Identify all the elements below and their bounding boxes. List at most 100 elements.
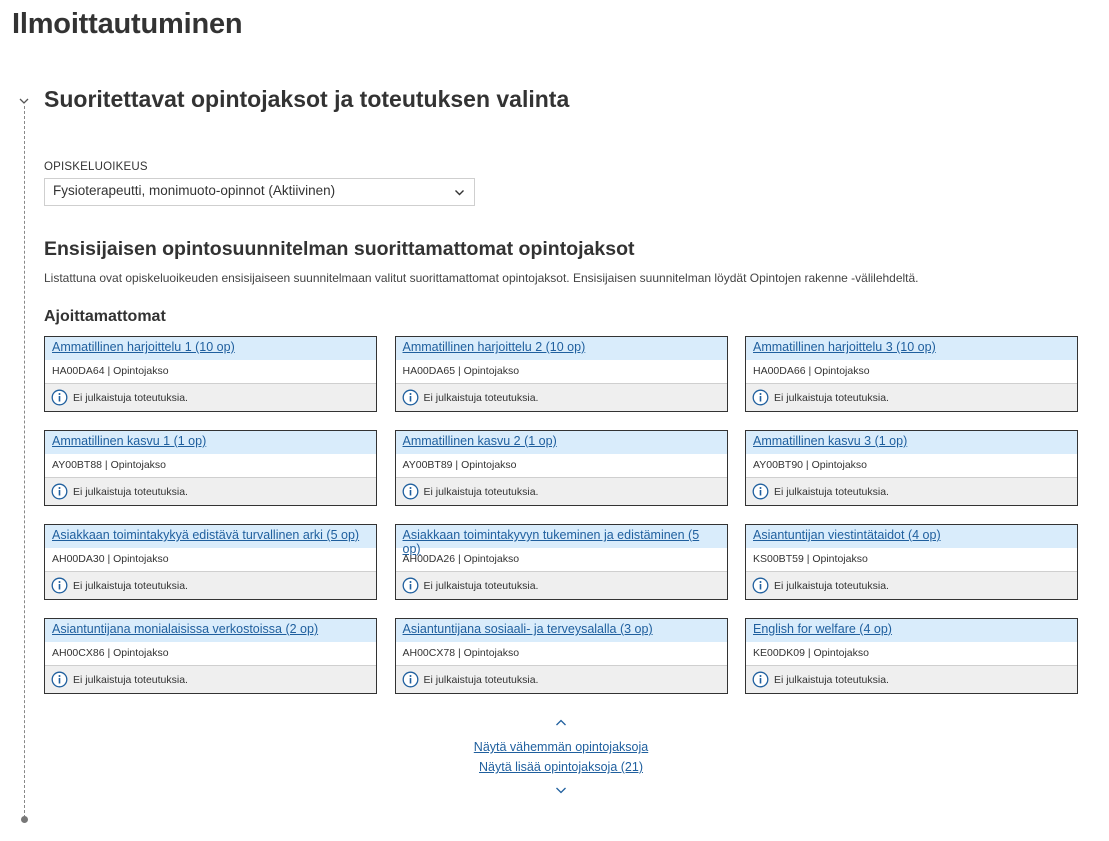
info-circle-icon <box>752 483 769 500</box>
course-info-text: Ei julkaistuja toteutuksia. <box>73 485 188 498</box>
chevron-down-icon[interactable] <box>554 783 568 797</box>
info-circle-icon <box>51 671 68 688</box>
course-title-link[interactable]: Ammatillinen harjoittelu 2 (10 op) <box>403 340 586 354</box>
course-card-header: Asiantuntijan viestintätaidot (4 op) <box>746 525 1077 548</box>
course-card: Asiakkaan toimintakyvyn tukeminen ja edi… <box>394 524 728 600</box>
course-title-link[interactable]: Ammatillinen kasvu 2 (1 op) <box>403 434 557 448</box>
course-card: Ammatillinen kasvu 3 (1 op) AY00BT90 | Op… <box>745 430 1078 506</box>
course-title-link[interactable]: Asiantuntijan viestintätaidot (4 op) <box>753 528 941 542</box>
course-code: KE00DK09 | Opintojakso <box>753 647 869 659</box>
course-info-bar: Ei julkaistuja toteutuksia. <box>45 665 376 693</box>
course-card-header: Asiakkaan toimintakykyä edistävä turvall… <box>45 525 376 548</box>
course-info-text: Ei julkaistuja toteutuksia. <box>73 579 188 592</box>
course-info-text: Ei julkaistuja toteutuksia. <box>774 673 889 686</box>
course-card-header: Ammatillinen harjoittelu 1 (10 op) <box>45 337 376 360</box>
course-info-bar: Ei julkaistuja toteutuksia. <box>746 383 1077 411</box>
pager-up[interactable] <box>44 716 1078 730</box>
info-circle-icon <box>51 483 68 500</box>
course-info-bar: Ei julkaistuja toteutuksia. <box>45 571 376 599</box>
page-title: Ilmoittautuminen <box>12 8 243 40</box>
show-more-link[interactable]: Näytä lisää opintojaksoja (21) <box>479 760 643 774</box>
course-title-link[interactable]: Asiakkaan toimintakykyä edistävä turvall… <box>52 528 359 542</box>
show-more-row: Näytä lisää opintojaksoja (21) <box>44 760 1078 774</box>
course-card: Ammatillinen harjoittelu 2 (10 op) HA00DA… <box>394 336 728 412</box>
info-circle-icon <box>402 577 418 594</box>
course-code: AH00DA30 | Opintojakso <box>52 553 169 565</box>
course-info-bar: Ei julkaistuja toteutuksia. <box>746 571 1077 599</box>
course-info-text: Ei julkaistuja toteutuksia. <box>423 485 539 498</box>
info-circle-icon <box>402 389 418 406</box>
subsection-title: Ensisijaisen opintosuunnitelman suoritta… <box>44 238 635 260</box>
course-card-grid: Ammatillinen harjoittelu 1 (10 op) HA00DA… <box>44 336 1078 694</box>
course-info-bar: Ei julkaistuja toteutuksia. <box>395 383 727 411</box>
course-info-text: Ei julkaistuja toteutuksia. <box>774 391 889 404</box>
study-right-select[interactable]: Fysioterapeutti, monimuoto-opinnot (Akti… <box>44 178 475 206</box>
section-title: Suoritettavat opintojaksot ja toteutukse… <box>44 86 570 112</box>
chevron-down-icon <box>455 190 464 196</box>
course-card: Asiantuntijan viestintätaidot (4 op) KS00… <box>745 524 1078 600</box>
info-circle-icon <box>402 483 418 500</box>
course-title-link[interactable]: Ammatillinen kasvu 3 (1 op) <box>753 434 907 448</box>
subsection-description: Listattuna ovat opiskeluoikeuden ensisij… <box>44 271 919 285</box>
timeline-line <box>24 106 25 818</box>
course-info-bar: Ei julkaistuja toteutuksia. <box>746 665 1077 693</box>
course-title-link[interactable]: Asiantuntijana sosiaali- ja terveysalall… <box>403 622 653 636</box>
course-info-text: Ei julkaistuja toteutuksia. <box>423 673 539 686</box>
course-card-header: Ammatillinen kasvu 2 (1 op) <box>395 431 727 454</box>
course-code: KS00BT59 | Opintojakso <box>753 553 868 565</box>
course-card: Asiantuntijana sosiaali- ja terveysalall… <box>394 618 728 694</box>
course-card-header: Asiakkaan toimintakyvyn tukeminen ja edi… <box>395 525 727 556</box>
course-card: Ammatillinen harjoittelu 1 (10 op) HA00DA… <box>44 336 377 412</box>
show-less-link[interactable]: Näytä vähemmän opintojaksoja <box>474 740 648 754</box>
course-title-link[interactable]: Asiantuntijana monialaisissa verkostoiss… <box>52 622 318 636</box>
course-code: AH00DA26 | Opintojakso <box>402 553 520 565</box>
course-info-text: Ei julkaistuja toteutuksia. <box>73 391 188 404</box>
course-card-header: Ammatillinen harjoittelu 2 (10 op) <box>395 337 727 360</box>
pager-down[interactable] <box>44 783 1078 797</box>
course-info-text: Ei julkaistuja toteutuksia. <box>423 391 539 404</box>
info-circle-icon <box>51 577 68 594</box>
course-info-bar: Ei julkaistuja toteutuksia. <box>45 383 376 411</box>
course-code: AY00BT89 | Opintojakso <box>402 459 517 471</box>
course-code: AY00BT88 | Opintojakso <box>52 459 167 471</box>
course-card: Ammatillinen kasvu 1 (1 op) AY00BT88 | Op… <box>44 430 377 506</box>
course-info-text: Ei julkaistuja toteutuksia. <box>423 579 539 592</box>
course-info-text: Ei julkaistuja toteutuksia. <box>774 485 889 498</box>
course-title-link[interactable]: Ammatillinen harjoittelu 3 (10 op) <box>753 340 936 354</box>
course-card-header: English for welfare (4 op) <box>746 619 1077 642</box>
course-code: HA00DA65 | Opintojakso <box>402 365 520 377</box>
chevron-up-icon[interactable] <box>554 716 568 730</box>
course-card-header: Ammatillinen kasvu 3 (1 op) <box>746 431 1077 454</box>
course-info-text: Ei julkaistuja toteutuksia. <box>73 673 188 686</box>
course-info-bar: Ei julkaistuja toteutuksia. <box>395 477 727 505</box>
study-right-select-value: Fysioterapeutti, monimuoto-opinnot (Akti… <box>53 183 336 198</box>
course-card: Ammatillinen kasvu 2 (1 op) AY00BT89 | Op… <box>394 430 728 506</box>
course-card: Ammatillinen harjoittelu 3 (10 op) HA00DA… <box>745 336 1078 412</box>
group-title: Ajoittamattomat <box>44 308 166 325</box>
course-title-link[interactable]: Ammatillinen harjoittelu 1 (10 op) <box>52 340 235 354</box>
info-circle-icon <box>51 389 68 406</box>
info-circle-icon <box>402 671 418 688</box>
course-info-bar: Ei julkaistuja toteutuksia. <box>395 665 727 693</box>
course-card-header: Asiantuntijana sosiaali- ja terveysalall… <box>395 619 727 642</box>
course-code: AH00CX86 | Opintojakso <box>52 647 169 659</box>
show-less-row: Näytä vähemmän opintojaksoja <box>44 740 1078 754</box>
chevron-down-icon[interactable] <box>17 94 31 108</box>
course-title-link[interactable]: Ammatillinen kasvu 1 (1 op) <box>52 434 206 448</box>
course-card-header: Asiantuntijana monialaisissa verkostoiss… <box>45 619 376 642</box>
study-right-label: OPISKELUOIKEUS <box>44 161 148 173</box>
course-code: HA00DA66 | Opintojakso <box>753 365 870 377</box>
course-code: HA00DA64 | Opintojakso <box>52 365 169 377</box>
course-title-link[interactable]: English for welfare (4 op) <box>753 622 892 636</box>
course-info-bar: Ei julkaistuja toteutuksia. <box>45 477 376 505</box>
course-card: English for welfare (4 op) KE00DK09 | Opi… <box>745 618 1078 694</box>
info-circle-icon <box>752 577 769 594</box>
course-card-header: Ammatillinen harjoittelu 3 (10 op) <box>746 337 1077 360</box>
course-code: AH00CX78 | Opintojakso <box>402 647 520 659</box>
course-code: AY00BT90 | Opintojakso <box>753 459 868 471</box>
course-card: Asiakkaan toimintakykyä edistävä turvall… <box>44 524 377 600</box>
course-info-bar: Ei julkaistuja toteutuksia. <box>395 571 727 599</box>
course-card: Asiantuntijana monialaisissa verkostoiss… <box>44 618 377 694</box>
timeline-end-dot <box>21 816 28 823</box>
course-info-bar: Ei julkaistuja toteutuksia. <box>746 477 1077 505</box>
